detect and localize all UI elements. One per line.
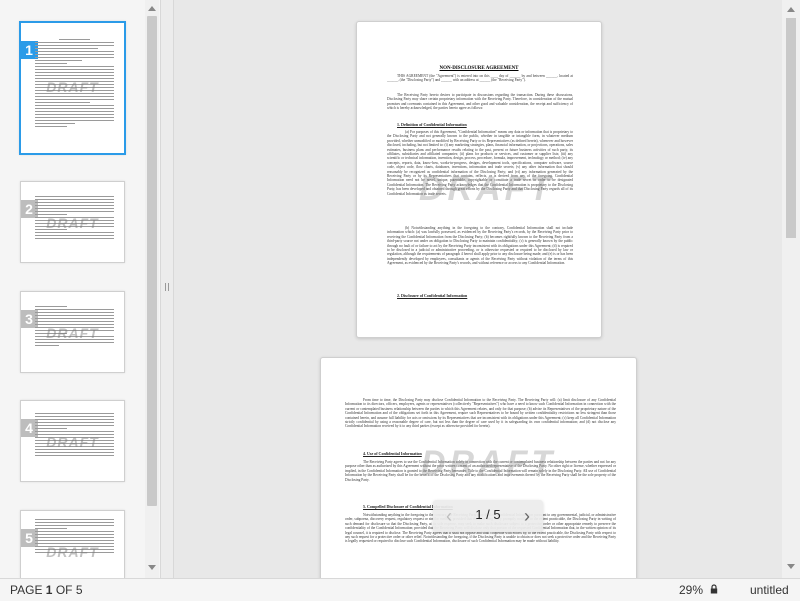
page-navigator: ‹ 1 / 5 ›: [433, 500, 543, 532]
thumbnail-watermark: DRAFT: [46, 434, 99, 450]
document-page-2: From time to time, the Disclosing Party …: [320, 357, 637, 578]
page1-paragraph: The Receiving Party hereto desires to pa…: [387, 93, 573, 111]
section-heading: 1. Definition of Confidential Informatio…: [397, 122, 467, 127]
scroll-down-icon[interactable]: [148, 565, 156, 570]
previous-page-button[interactable]: ‹: [439, 506, 459, 526]
thumbnail-watermark: DRAFT: [46, 544, 99, 560]
page1-intro: THIS AGREEMENT (the "Agreement") is ente…: [387, 74, 573, 83]
thumbnail-page-1[interactable]: 1 DRAFT: [19, 21, 126, 155]
thumbnail-watermark: DRAFT: [46, 325, 99, 341]
file-name: untitled: [750, 583, 789, 597]
thumbnail-scrollbar[interactable]: [145, 0, 159, 578]
thumbnail-page-3[interactable]: 3 DRAFT: [20, 291, 125, 373]
thumbnail-panel: 1 DRAFT 2 DRAFT 3 DRAFT 4 DRAFT 5 DRAFT: [0, 0, 161, 579]
lock-icon: [710, 584, 718, 594]
panel-splitter[interactable]: [161, 0, 174, 578]
scroll-up-icon[interactable]: [787, 7, 795, 12]
scroll-down-icon[interactable]: [787, 564, 795, 569]
thumbnail-page-2[interactable]: 2 DRAFT: [20, 181, 125, 263]
thumbnail-page-4[interactable]: 4 DRAFT: [20, 400, 125, 482]
page1-paragraph: (b) Notwithstanding anything in the fore…: [387, 226, 573, 266]
page-watermark: DRAFT: [419, 170, 555, 208]
status-bar: PAGE 1 OF 5 29% untitled: [0, 578, 800, 601]
scroll-up-icon[interactable]: [148, 6, 156, 11]
thumbnail-watermark: DRAFT: [46, 215, 99, 231]
document-page-1: NON-DISCLOSURE AGREEMENT THIS AGREEMENT …: [356, 21, 602, 338]
page-watermark: DRAFT: [421, 444, 557, 482]
scrollbar-thumb[interactable]: [147, 16, 157, 506]
scrollbar-thumb[interactable]: [786, 18, 796, 238]
section-heading: 4. Use of Confidential Information: [363, 451, 422, 456]
next-page-button[interactable]: ›: [517, 506, 537, 526]
page2-paragraph: From time to time, the Disclosing Party …: [345, 398, 616, 429]
section-heading: 2. Disclosure of Confidential Informatio…: [397, 293, 468, 298]
page-counter: 1 / 5: [475, 507, 501, 522]
thumbnail-watermark: DRAFT: [46, 79, 99, 95]
document-viewer[interactable]: NON-DISCLOSURE AGREEMENT THIS AGREEMENT …: [174, 0, 782, 578]
document-title: NON-DISCLOSURE AGREEMENT: [439, 66, 519, 71]
thumbnail-page-5[interactable]: 5 DRAFT: [20, 510, 125, 579]
grip-icon: [165, 283, 169, 291]
page-indicator: PAGE 1 OF 5: [10, 583, 83, 597]
document-scrollbar[interactable]: [782, 0, 800, 578]
zoom-level[interactable]: 29%: [679, 583, 703, 597]
